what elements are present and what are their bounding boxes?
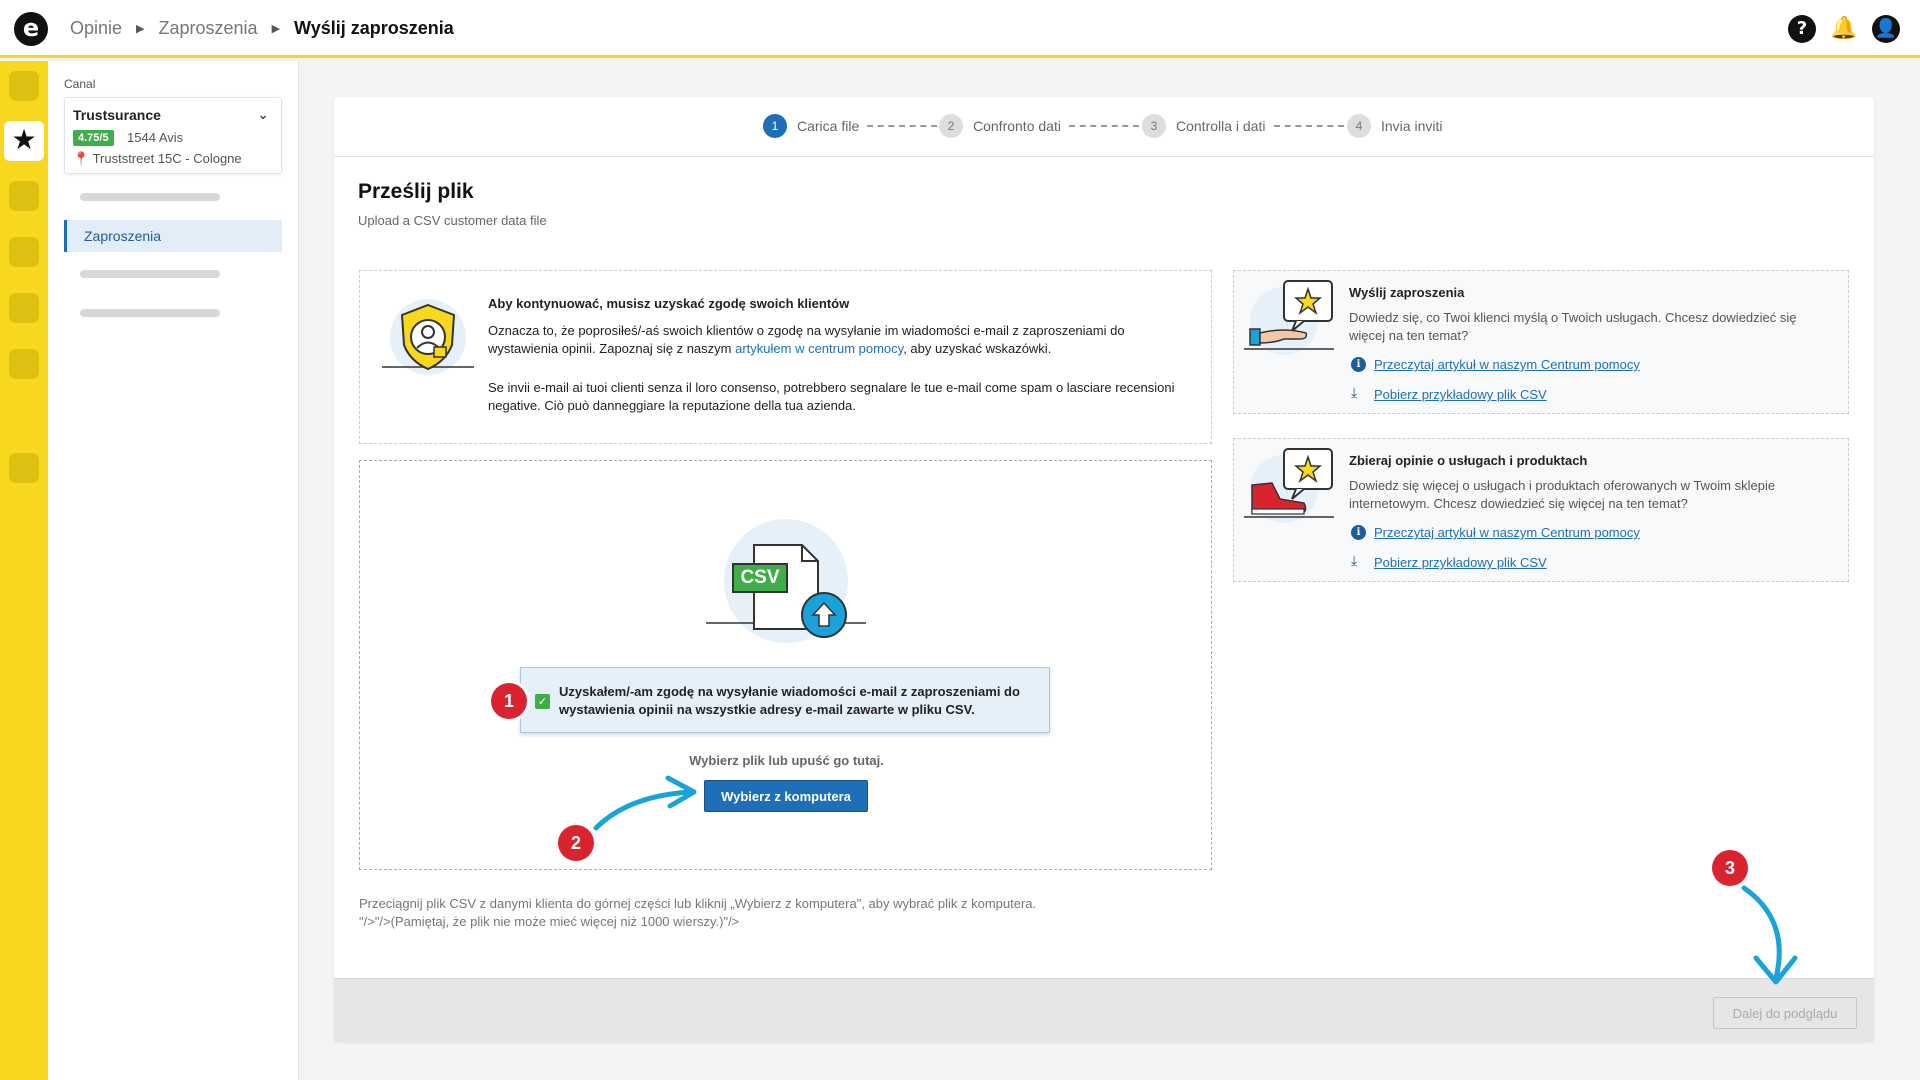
- step-label: Invia inviti: [1381, 118, 1443, 134]
- panel-title: Wyślij zaproszenia: [1349, 285, 1465, 300]
- download-icon: ⤓: [1351, 553, 1358, 569]
- review-count: 1544 Avis: [127, 130, 184, 145]
- rail-item[interactable]: [9, 237, 39, 267]
- rail-item[interactable]: [9, 453, 39, 483]
- consent-heading: Aby kontynuować, musisz uzyskać zgodę sw…: [488, 296, 850, 311]
- breadcrumb-current: Wyślij zaproszenia: [294, 18, 454, 38]
- shield-user-icon: [382, 299, 474, 375]
- top-icons: ? 🔔 👤: [1788, 15, 1900, 43]
- rating-badge: 4.75/5: [73, 130, 114, 146]
- step-number: 4: [1347, 114, 1371, 138]
- download-icon: ⤓: [1351, 385, 1358, 401]
- collect-reviews-panel: Zbieraj opinie o usługach i produktach D…: [1233, 438, 1849, 582]
- upload-instructions-line: Przeciągnij plik CSV z danymi klienta do…: [359, 896, 1037, 911]
- dropzone-hint: Wybierz plik lub upuść go tutaj.: [689, 753, 884, 768]
- app-rail: ★: [0, 61, 48, 1080]
- consent-checkbox[interactable]: ✓: [535, 694, 550, 709]
- rail-item[interactable]: [9, 181, 39, 211]
- step-connector: [1068, 125, 1139, 127]
- help-article-link[interactable]: Przeczytaj artykuł w naszym Centrum pomo…: [1374, 525, 1640, 540]
- upload-instructions-line: "/>"/>(Pamiętaj, że plik nie może mieć w…: [359, 914, 740, 929]
- company-selector[interactable]: Trustsurance ⌄ 4.75/5 1544 Avis 📍 Trusts…: [64, 97, 282, 174]
- step-number: 2: [939, 114, 963, 138]
- logo-icon[interactable]: e: [14, 12, 48, 46]
- step-connector: [1273, 125, 1344, 127]
- info-icon: i: [1351, 525, 1366, 540]
- step-label: Confronto dati: [973, 118, 1061, 134]
- help-icon[interactable]: ?: [1788, 15, 1816, 43]
- annotation-marker-1: 1: [491, 683, 527, 719]
- sidebar-item-placeholder[interactable]: [80, 270, 220, 278]
- next-to-preview-button[interactable]: Dalej do podglądu: [1713, 997, 1857, 1029]
- rail-item-reviews-star-icon[interactable]: ★: [4, 121, 44, 161]
- rail-item[interactable]: [9, 293, 39, 323]
- step-connector: [867, 125, 938, 127]
- consent-paragraph-2: Se invii e-mail ai tuoi clienti senza il…: [488, 380, 1175, 413]
- upload-instructions: Przeciągnij plik CSV z danymi klienta do…: [359, 895, 1036, 931]
- send-invitations-panel: Wyślij zaproszenia Dowiedz się, co Twoi …: [1233, 270, 1849, 414]
- sidebar: Canal Trustsurance ⌄ 4.75/5 1544 Avis 📍 …: [48, 61, 299, 1080]
- stepper: 1 Carica file 2 Confronto dati 3 Control…: [334, 97, 1874, 157]
- consent-paragraph-1: Oznacza to, że poprosiłeś/-aś swoich kli…: [488, 322, 1188, 358]
- chevron-down-icon[interactable]: ⌄: [257, 107, 269, 123]
- step-3: 3 Controlla i dati: [1142, 114, 1344, 138]
- page-subtitle: Upload a CSV customer data file: [358, 213, 547, 228]
- annotation-marker-3: 3: [1712, 850, 1748, 886]
- download-sample-csv-link[interactable]: Pobierz przykładowy plik CSV: [1374, 555, 1547, 570]
- panel-description: Dowiedz się więcej o usługach i produkta…: [1349, 478, 1776, 511]
- rail-item[interactable]: [9, 71, 39, 101]
- step-number: 3: [1142, 114, 1166, 138]
- shoe-star-icon: [1244, 448, 1334, 523]
- breadcrumb-opinie[interactable]: Opinie: [70, 18, 122, 39]
- footer-bar: Dalej do podglądu: [334, 978, 1874, 1042]
- main-card: 1 Carica file 2 Confronto dati 3 Control…: [334, 97, 1874, 1042]
- bell-icon[interactable]: 🔔: [1830, 15, 1858, 43]
- consent-text: , aby uzyskać wskazówki.: [903, 341, 1052, 356]
- breadcrumb-separator-icon: ▶: [271, 23, 281, 35]
- step-4: 4 Invia inviti: [1347, 114, 1442, 138]
- consent-checkbox-label[interactable]: Uzyskałem/-am zgodę na wysyłanie wiadomo…: [559, 683, 1039, 719]
- help-article-link[interactable]: Przeczytaj artykuł w naszym Centrum pomo…: [1374, 357, 1640, 372]
- csv-label: CSV: [732, 563, 788, 593]
- user-icon[interactable]: 👤: [1872, 15, 1900, 43]
- info-icon: i: [1351, 357, 1366, 372]
- sidebar-item-placeholder[interactable]: [80, 309, 220, 317]
- breadcrumb: Opinie ▶ Zaproszenia ▶ Wyślij zaproszeni…: [70, 18, 454, 39]
- consent-confirmation[interactable]: ✓ Uzyskałem/-am zgodę na wysyłanie wiado…: [520, 667, 1050, 733]
- breadcrumb-separator-icon: ▶: [136, 23, 145, 35]
- consent-info-box: Aby kontynuować, musisz uzyskać zgodę sw…: [359, 270, 1212, 444]
- rail-item[interactable]: [9, 349, 39, 379]
- page-title: Prześlij plik: [358, 180, 474, 203]
- step-label: Controlla i dati: [1176, 118, 1266, 134]
- file-dropzone[interactable]: CSV ✓ Uzyskałem/-am zgodę na wysyłanie w…: [359, 460, 1212, 870]
- hand-star-icon: [1244, 280, 1334, 355]
- company-address: 📍 Truststreet 15C - Cologne: [73, 151, 242, 166]
- sidebar-item-zaproszenia[interactable]: Zaproszenia: [64, 220, 282, 252]
- panel-title: Zbieraj opinie o usługach i produktach: [1349, 453, 1588, 468]
- panel-description: Dowiedz się, co Twoi klienci myślą o Two…: [1349, 310, 1797, 343]
- top-bar: e Opinie ▶ Zaproszenia ▶ Wyślij zaprosze…: [0, 0, 1920, 58]
- step-label: Carica file: [797, 118, 860, 134]
- step-1: 1 Carica file: [763, 114, 938, 138]
- step-2: 2 Confronto dati: [939, 114, 1139, 138]
- help-center-article-link[interactable]: artykułem w centrum pomocy: [735, 341, 903, 356]
- company-name: Trustsurance: [73, 107, 161, 123]
- choose-from-computer-button[interactable]: Wybierz z komputera: [704, 780, 868, 812]
- annotation-marker-2: 2: [558, 825, 594, 861]
- sidebar-label: Canal: [64, 77, 96, 91]
- sidebar-item-placeholder[interactable]: [80, 193, 220, 201]
- download-sample-csv-link[interactable]: Pobierz przykładowy plik CSV: [1374, 387, 1547, 402]
- step-number: 1: [763, 114, 787, 138]
- breadcrumb-zaproszenia[interactable]: Zaproszenia: [159, 18, 258, 39]
